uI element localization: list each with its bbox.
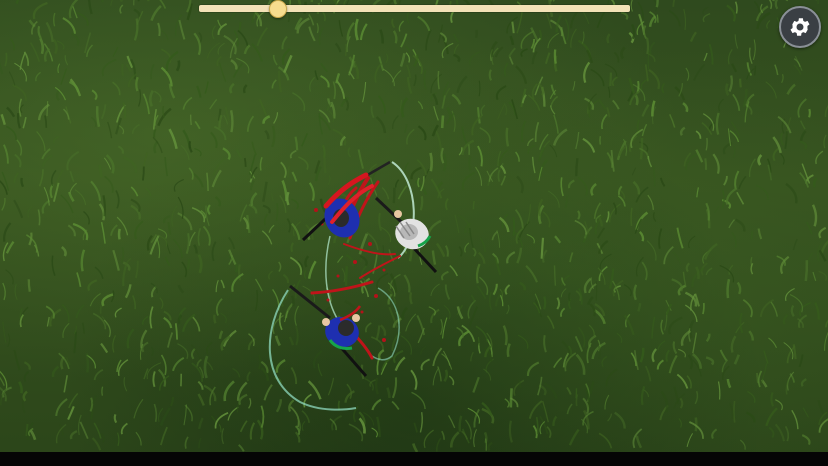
white-samurai[interactable]: [374, 196, 438, 274]
game-field[interactable]: [0, 0, 828, 452]
slider-thumb[interactable]: [268, 0, 287, 18]
progress-slider[interactable]: [199, 0, 630, 18]
bottom-bar: [0, 452, 828, 466]
slider-track[interactable]: [199, 5, 630, 12]
slash-trail-mid: [325, 235, 339, 321]
settings-button[interactable]: [779, 6, 821, 48]
blue-samurai-bloodied[interactable]: [301, 160, 391, 243]
combat-layer: [268, 160, 438, 411]
gear-icon: [790, 18, 810, 36]
slash-trail-right: [371, 287, 400, 361]
